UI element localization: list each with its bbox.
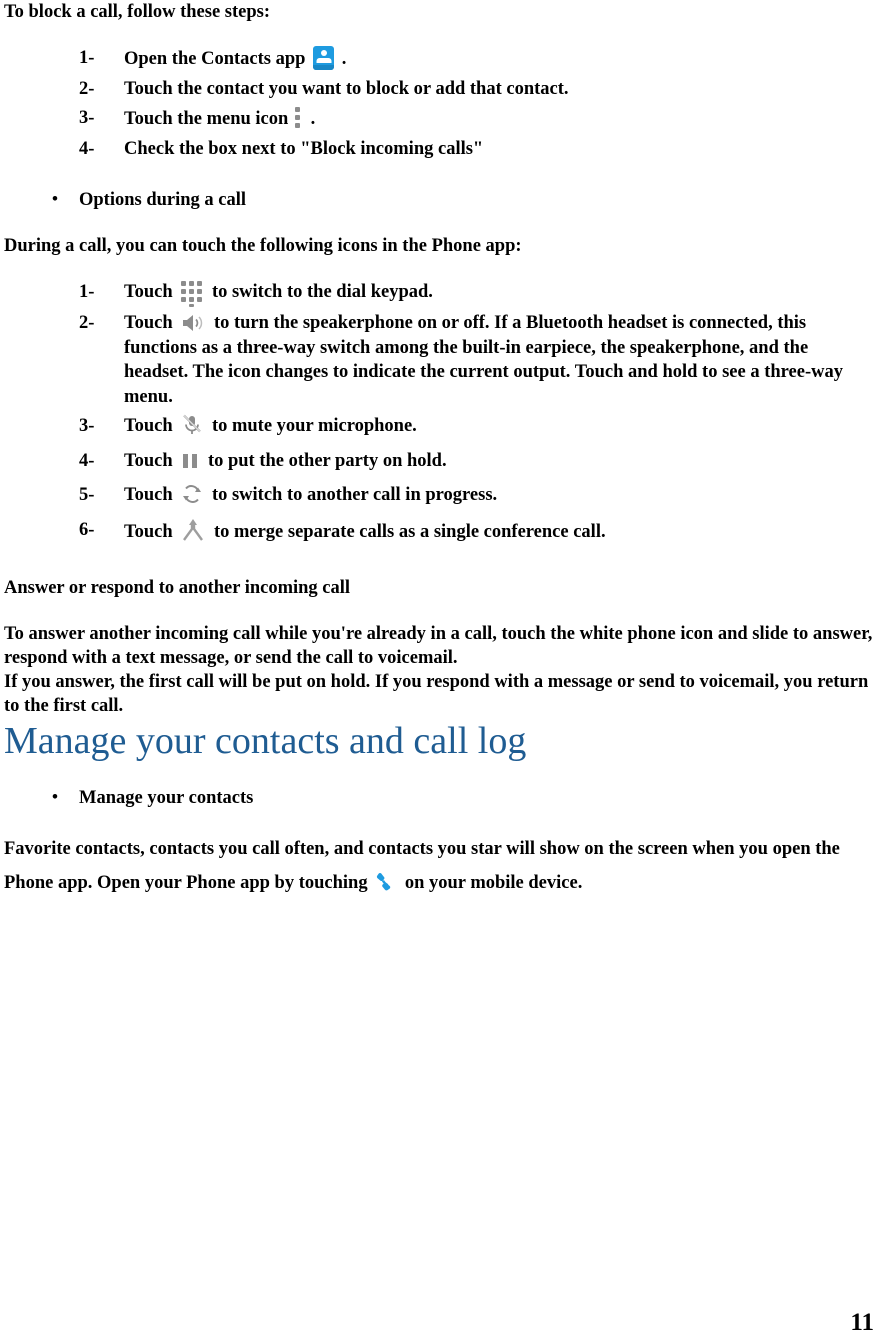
keypad-dot	[197, 297, 203, 302]
list-item-number: 5-	[79, 485, 95, 505]
options-during-call-intro: During a call, you can touch the followi…	[4, 236, 522, 256]
list-item-lead: Touch	[124, 313, 173, 333]
hold-call-icon	[181, 451, 199, 479]
bullet-label: Options during a call	[79, 190, 247, 210]
list-item-lead: Touch	[124, 282, 173, 302]
keypad-dot	[189, 289, 195, 294]
list-item-lead: Touch	[124, 450, 173, 471]
list-item-number: 2-	[79, 313, 95, 333]
list-item-text: Touch the menu icon	[124, 109, 289, 129]
manage-contacts-body-part-2: on your mobile device.	[404, 873, 583, 893]
list-item: 4- Touch to put the other party on hold.	[4, 449, 876, 479]
list-item-number: 3-	[79, 108, 95, 128]
answer-call-paragraph-1: To answer another incoming call while yo…	[4, 624, 873, 668]
speakerphone-icon	[181, 313, 205, 333]
dial-keypad-icon	[181, 280, 203, 307]
keypad-dot	[181, 289, 187, 294]
mute-microphone-icon	[181, 414, 203, 444]
list-item-number: 6-	[79, 519, 95, 540]
list-item-number: 4-	[79, 450, 95, 471]
list-item: 1- Open the Contacts app .	[4, 46, 876, 72]
menu-dot	[294, 115, 300, 120]
keypad-dot	[189, 304, 195, 307]
list-item: 5- Touch to switch to another call in pr…	[4, 483, 876, 513]
list-item-text-tail: .	[341, 49, 347, 69]
answer-call-paragraph-2: If you answer, the first call will be pu…	[4, 672, 869, 716]
list-item: 3- Touch to mute your microphone.	[4, 414, 876, 444]
list-item: 4- Check the box next to "Block incoming…	[4, 137, 876, 162]
contacts-app-icon	[313, 46, 335, 70]
list-item-text-tail: .	[310, 109, 316, 129]
list-item-number: 1-	[79, 48, 95, 68]
list-item-text: to merge separate calls as a single conf…	[213, 521, 606, 542]
manage-contacts-bullet: Manage your contacts	[4, 785, 876, 810]
list-item-text: Open the Contacts app	[124, 49, 306, 69]
block-call-steps: 1- Open the Contacts app . 2- Touch the …	[4, 46, 876, 161]
keypad-dot	[181, 281, 187, 286]
list-item: 2- Touch to turn the speakerphone on or …	[4, 311, 876, 409]
swap-call-icon	[181, 483, 203, 513]
list-item-text: to switch to another call in progress.	[211, 485, 498, 505]
options-during-call-bullet: Options during a call	[4, 187, 876, 212]
menu-dot	[294, 107, 300, 112]
list-item: 6- Touch to merge separate calls as a si…	[4, 518, 876, 550]
block-call-intro: To block a call, follow these steps:	[4, 2, 271, 22]
keypad-dot	[197, 289, 203, 294]
list-item-lead: Touch	[124, 521, 173, 542]
list-item-number: 1-	[79, 282, 95, 302]
keypad-dot	[181, 297, 187, 302]
document-page: To block a call, follow these steps: 1- …	[0, 0, 880, 1343]
list-item-number: 3-	[79, 416, 95, 436]
list-item-lead: Touch	[124, 485, 173, 505]
keypad-dot	[189, 281, 195, 286]
list-item-text: to put the other party on hold.	[207, 450, 447, 471]
list-item-number: 2-	[79, 78, 95, 99]
merge-call-icon	[181, 518, 205, 550]
contacts-icon-body	[316, 58, 332, 63]
list-item: Options during a call	[4, 187, 876, 212]
phone-handset-icon	[375, 871, 397, 905]
list-item: 3- Touch the menu icon .	[4, 106, 876, 132]
page-number: 11	[850, 1309, 874, 1336]
list-item-text: to switch to the dial keypad.	[211, 282, 433, 302]
page-title: Manage your contacts and call log	[4, 720, 527, 762]
bullet-label: Manage your contacts	[79, 788, 254, 808]
list-item: Manage your contacts	[4, 785, 876, 810]
list-item: 1- Touch to switch to the dial keypad.	[4, 280, 876, 307]
keypad-dot	[197, 281, 203, 286]
menu-dot	[294, 123, 300, 128]
list-item-lead: Touch	[124, 416, 173, 436]
contacts-icon-head	[320, 50, 327, 56]
list-item-text: Touch the contact you want to block or a…	[124, 78, 569, 99]
keypad-dot	[189, 297, 195, 302]
overflow-menu-icon	[294, 106, 302, 128]
answer-call-heading: Answer or respond to another incoming ca…	[4, 578, 351, 598]
list-item-text: to turn the speakerphone on or off. If a…	[124, 313, 843, 407]
list-item-number: 4-	[79, 138, 95, 159]
list-item-text: to mute your microphone.	[211, 416, 417, 436]
list-item: 2- Touch the contact you want to block o…	[4, 77, 876, 102]
manage-contacts-body: Favorite contacts, contacts you call oft…	[4, 832, 876, 905]
list-item-text: Check the box next to "Block incoming ca…	[124, 138, 484, 159]
contacts-icon-base	[313, 65, 335, 70]
options-during-call-steps: 1- Touch to switch to the dial keypad. 2…	[4, 280, 876, 549]
